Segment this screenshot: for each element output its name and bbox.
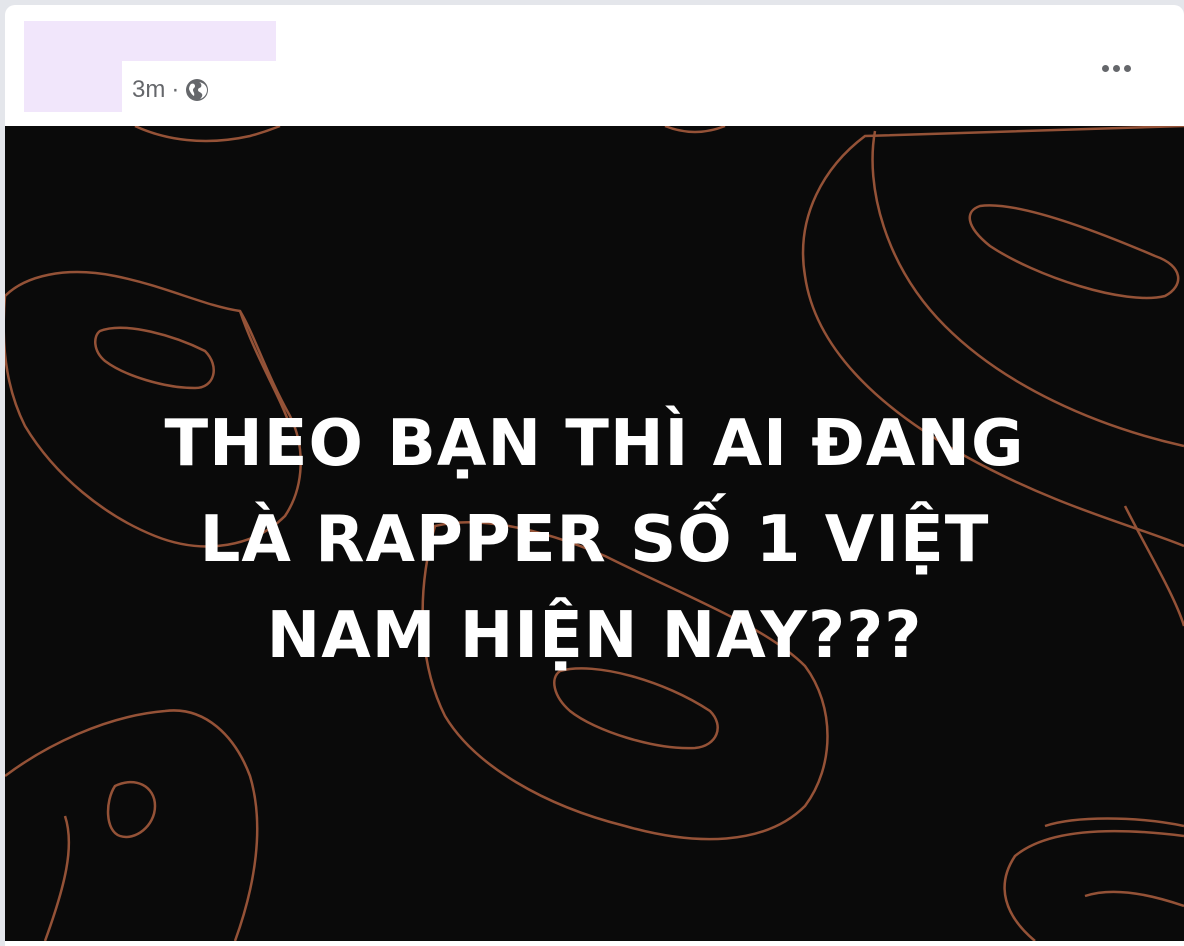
post-timestamp[interactable]: 3m (132, 76, 165, 104)
caption-line: NAM HIỆN NAY??? (266, 599, 923, 673)
globe-icon[interactable] (185, 78, 209, 102)
post-card: 3m · THEO BẠN THÌ AI ĐANG LÀ RAPPER SỐ 1… (5, 5, 1184, 946)
redacted-avatar (24, 21, 122, 112)
more-options-icon (1101, 64, 1109, 72)
post-image[interactable]: THEO BẠN THÌ AI ĐANG LÀ RAPPER SỐ 1 VIỆT… (5, 126, 1184, 941)
meta-separator: · (171, 76, 180, 103)
more-options-button[interactable] (1096, 51, 1136, 85)
image-caption-text: THEO BẠN THÌ AI ĐANG LÀ RAPPER SỐ 1 VIỆT… (5, 396, 1184, 684)
caption-line: THEO BẠN THÌ AI ĐANG (164, 407, 1025, 481)
caption-line: LÀ RAPPER SỐ 1 VIỆT (199, 503, 990, 577)
post-meta: 3m · (132, 76, 209, 104)
